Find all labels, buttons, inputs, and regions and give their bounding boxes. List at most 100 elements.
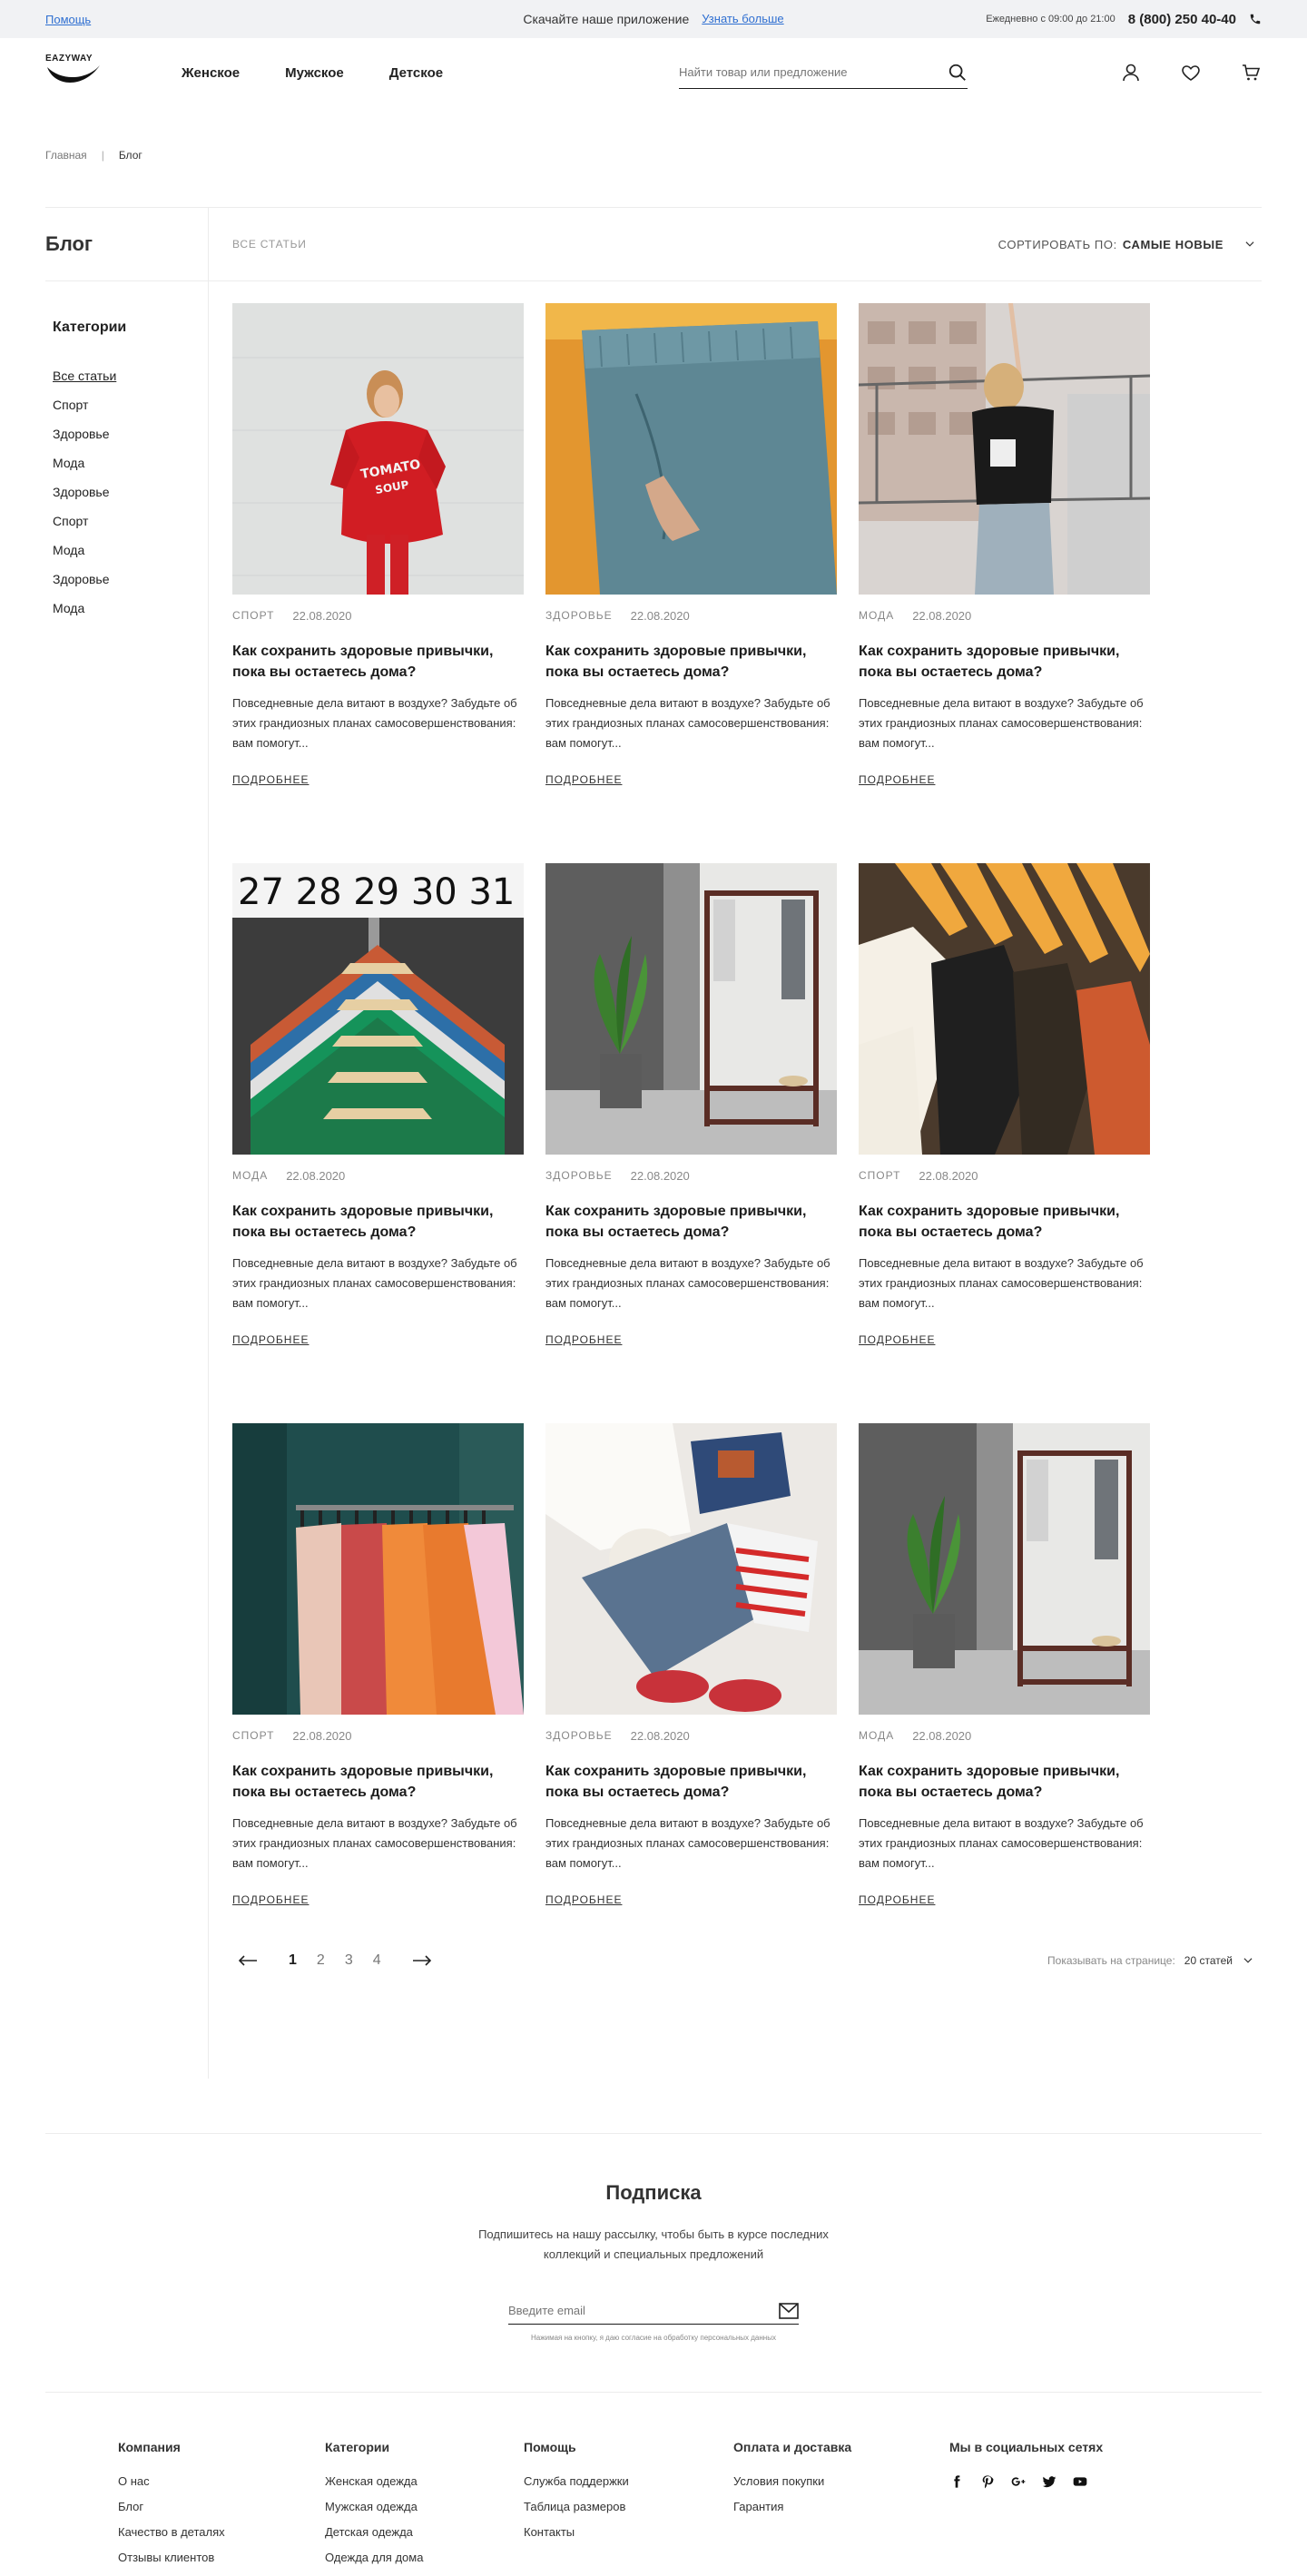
subscribe-title: Подписка bbox=[605, 2181, 702, 2204]
footer-link[interactable]: Служба поддержки bbox=[524, 2474, 733, 2500]
category-item[interactable]: Мода bbox=[53, 543, 208, 572]
article-title[interactable]: Как сохранить здоровые привычки, пока вы… bbox=[545, 641, 837, 683]
article-title[interactable]: Как сохранить здоровые привычки, пока вы… bbox=[545, 1201, 837, 1243]
article-title[interactable]: Как сохранить здоровые привычки, пока вы… bbox=[232, 1201, 524, 1243]
article-image[interactable]: TOMATO SOUP bbox=[232, 303, 524, 595]
article-tag[interactable]: Здоровье bbox=[545, 1169, 613, 1183]
facebook-icon[interactable] bbox=[949, 2474, 964, 2489]
footer-link[interactable]: Контакты bbox=[524, 2525, 733, 2551]
heart-icon[interactable] bbox=[1180, 62, 1202, 84]
article-card: Спорт 22.08.2020 Как сохранить здоровые пр… bbox=[232, 1423, 524, 1983]
article-tag[interactable]: Мода bbox=[859, 1729, 894, 1743]
read-more-link[interactable]: Подробнее bbox=[545, 1893, 622, 1906]
read-more-link[interactable]: Подробнее bbox=[859, 773, 935, 786]
category-item[interactable]: Здоровье bbox=[53, 427, 208, 456]
help-link[interactable]: Помощь bbox=[45, 13, 91, 26]
article-tag[interactable]: Спорт bbox=[232, 1729, 274, 1743]
article-image[interactable] bbox=[859, 303, 1150, 595]
pinterest-icon[interactable] bbox=[980, 2474, 995, 2489]
article-image[interactable]: 27 28 29 30 31 bbox=[232, 863, 524, 1155]
footer-link[interactable]: Блог bbox=[118, 2500, 325, 2525]
breadcrumb-home[interactable]: Главная bbox=[45, 149, 87, 162]
page-4[interactable]: 4 bbox=[373, 1952, 381, 1969]
article-title[interactable]: Как сохранить здоровые привычки, пока вы… bbox=[859, 1201, 1150, 1243]
article-title[interactable]: Как сохранить здоровые привычки, пока вы… bbox=[545, 1761, 837, 1803]
article-tag[interactable]: Здоровье bbox=[545, 609, 613, 623]
footer-column-title: Оплата и доставка bbox=[733, 2440, 852, 2454]
article-tag[interactable]: Здоровье bbox=[545, 1729, 613, 1743]
article-image[interactable] bbox=[859, 863, 1150, 1155]
article-tag[interactable]: Мода bbox=[232, 1169, 268, 1183]
read-more-link[interactable]: Подробнее bbox=[232, 1893, 309, 1906]
category-item[interactable]: Мода bbox=[53, 456, 208, 485]
search-icon[interactable] bbox=[948, 63, 968, 83]
page-1[interactable]: 1 bbox=[289, 1952, 297, 1969]
top-bar: Помощь Скачайте наше приложение Узнать б… bbox=[0, 0, 1307, 38]
read-more-link[interactable]: Подробнее bbox=[859, 1333, 935, 1346]
google-plus-icon[interactable] bbox=[1011, 2474, 1026, 2489]
read-more-link[interactable]: Подробнее bbox=[545, 1333, 622, 1346]
article-tag[interactable]: Мода bbox=[859, 609, 894, 623]
category-item[interactable]: Здоровье bbox=[53, 572, 208, 601]
footer-link[interactable]: Качество в деталях bbox=[118, 2525, 325, 2551]
breadcrumb-separator: | bbox=[101, 149, 104, 162]
per-page-selector[interactable]: Показывать на странице: 20 статей bbox=[1047, 1954, 1254, 1967]
mail-icon[interactable] bbox=[779, 2302, 799, 2319]
footer-link[interactable]: Отзывы клиентов bbox=[118, 2551, 325, 2576]
article-title[interactable]: Как сохранить здоровые привычки, пока вы… bbox=[859, 641, 1150, 683]
article-image[interactable] bbox=[545, 303, 837, 595]
article-image[interactable] bbox=[545, 863, 837, 1155]
email-field[interactable] bbox=[508, 2304, 744, 2317]
twitter-icon[interactable] bbox=[1042, 2474, 1056, 2489]
article-tag[interactable]: Спорт bbox=[859, 1169, 900, 1183]
cart-icon[interactable] bbox=[1240, 62, 1262, 84]
user-icon[interactable] bbox=[1120, 62, 1142, 84]
article-date: 22.08.2020 bbox=[286, 1169, 346, 1183]
footer-link[interactable]: Мужская одежда bbox=[325, 2500, 524, 2525]
arrow-left-icon[interactable] bbox=[238, 1955, 258, 1966]
blog-header: Блог Все статьи Сортировать по: Самые но… bbox=[45, 207, 1262, 281]
footer-link[interactable]: Гарантия bbox=[733, 2500, 949, 2525]
article-image[interactable] bbox=[232, 1423, 524, 1715]
article-title[interactable]: Как сохранить здоровые привычки, пока вы… bbox=[859, 1761, 1150, 1803]
footer-link[interactable]: Одежда для дома bbox=[325, 2551, 524, 2576]
footer-link[interactable]: О нас bbox=[118, 2474, 325, 2500]
footer-link[interactable]: Женская одежда bbox=[325, 2474, 524, 2500]
category-item[interactable]: Мода bbox=[53, 601, 208, 630]
article-image[interactable] bbox=[545, 1423, 837, 1715]
read-more-link[interactable]: Подробнее bbox=[859, 1893, 935, 1906]
page-3[interactable]: 3 bbox=[345, 1952, 353, 1969]
nav-men[interactable]: Мужское bbox=[285, 65, 344, 81]
page-2[interactable]: 2 bbox=[317, 1952, 325, 1969]
arrow-right-icon[interactable] bbox=[412, 1955, 432, 1966]
category-item[interactable]: Здоровье bbox=[53, 485, 208, 514]
app-promo-link[interactable]: Узнать больше bbox=[702, 12, 783, 26]
article-image[interactable] bbox=[859, 1423, 1150, 1715]
sort-dropdown[interactable]: Сортировать по: Самые новые bbox=[998, 238, 1256, 251]
nav-kids[interactable]: Детское bbox=[389, 65, 443, 81]
pagination: 1 2 3 4 bbox=[232, 1952, 432, 1969]
phone-number[interactable]: 8 (800) 250 40-40 bbox=[1128, 12, 1236, 27]
category-item[interactable]: Все статьи bbox=[53, 369, 208, 398]
all-articles-label[interactable]: Все статьи bbox=[232, 238, 307, 251]
footer-link[interactable]: Таблица размеров bbox=[524, 2500, 733, 2525]
categories-title: Категории bbox=[53, 320, 127, 335]
article-title[interactable]: Как сохранить здоровые привычки, пока вы… bbox=[232, 641, 524, 683]
phone-icon[interactable] bbox=[1249, 13, 1262, 25]
category-item[interactable]: Спорт bbox=[53, 398, 208, 427]
read-more-link[interactable]: Подробнее bbox=[232, 1333, 309, 1346]
article-title[interactable]: Как сохранить здоровые привычки, пока вы… bbox=[232, 1761, 524, 1803]
search-input[interactable] bbox=[679, 65, 915, 79]
youtube-icon[interactable] bbox=[1073, 2474, 1087, 2489]
article-tag[interactable]: Спорт bbox=[232, 609, 274, 623]
logo[interactable]: EAZYWAY bbox=[45, 54, 103, 91]
category-item[interactable]: Спорт bbox=[53, 514, 208, 543]
footer-link[interactable]: Детская одежда bbox=[325, 2525, 524, 2551]
read-more-link[interactable]: Подробнее bbox=[232, 773, 309, 786]
footer-link[interactable]: Условия покупки bbox=[733, 2474, 949, 2500]
article-card: Спорт 22.08.2020 Как сохранить здоровые пр… bbox=[859, 863, 1150, 1423]
nav-women[interactable]: Женское bbox=[182, 65, 240, 81]
search-box bbox=[679, 56, 968, 89]
read-more-link[interactable]: Подробнее bbox=[545, 773, 622, 786]
article-card: Здоровье 22.08.2020 Как сохранить здоровые… bbox=[545, 303, 837, 863]
